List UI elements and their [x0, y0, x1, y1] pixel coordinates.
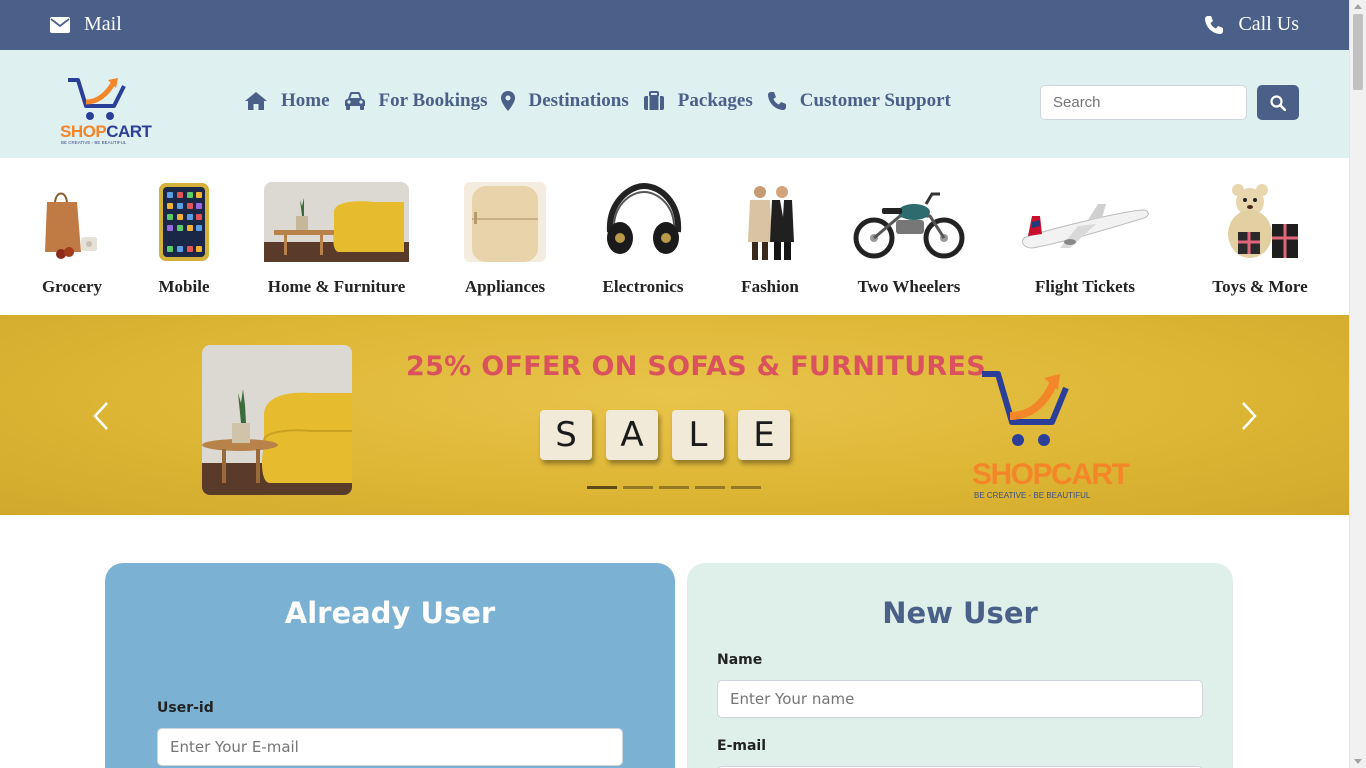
search-icon: [1270, 94, 1286, 111]
headphones-image: [606, 182, 682, 254]
motorcycle-image: [853, 192, 965, 259]
carousel-prev-button[interactable]: [92, 401, 112, 431]
banner-logo-brand: SHOPCART: [972, 458, 1130, 491]
suitcase-icon: [643, 91, 664, 110]
category-label: Mobile: [158, 277, 210, 296]
banner-logo: SHOPCART BE CREATIVE - BE BEAUTIFUL: [972, 370, 1130, 500]
phone-icon: [767, 92, 786, 110]
nav-packages[interactable]: Packages: [643, 90, 753, 112]
carousel-indicator[interactable]: [587, 486, 617, 489]
nav-for-bookings[interactable]: For Bookings: [344, 90, 488, 112]
category-label: Flight Tickets: [1035, 277, 1135, 296]
userid-input[interactable]: [157, 728, 623, 766]
userid-label: User-id: [157, 700, 214, 716]
nav-links: Home For Bookings Destinations Packages …: [244, 90, 965, 112]
top-bar: Mail Call Us: [0, 0, 1349, 50]
mail-label: Mail: [84, 13, 122, 35]
mail-link[interactable]: Mail: [50, 13, 122, 36]
scroll-down-arrow[interactable]: [1354, 759, 1362, 764]
category-flight-tickets[interactable]: Flight Tickets: [1018, 182, 1152, 296]
carousel-indicators: [587, 486, 761, 489]
name-input[interactable]: [717, 680, 1203, 718]
search-input[interactable]: [1040, 85, 1247, 120]
search-button[interactable]: [1257, 85, 1299, 120]
category-mobile[interactable]: Mobile: [154, 182, 214, 296]
teddy-bear-image: [1228, 184, 1298, 258]
logo-tagline: BE CREATIVE - BE BEAUTIFUL: [61, 140, 127, 145]
category-two-wheelers[interactable]: Two Wheelers: [852, 182, 966, 296]
envelope-icon: [50, 16, 70, 33]
airplane-image: [1021, 204, 1149, 249]
nav-packages-label: Packages: [677, 90, 753, 111]
category-label: Home & Furniture: [267, 277, 406, 296]
carousel-indicator[interactable]: [695, 486, 725, 489]
fashion-image: [748, 186, 794, 260]
call-us-label: Call Us: [1238, 13, 1299, 35]
scrollbar-thumb[interactable]: [1353, 14, 1363, 90]
logo-brand: SHOPCART: [60, 122, 152, 141]
nav-home[interactable]: Home: [244, 90, 330, 112]
carousel-indicator[interactable]: [623, 486, 653, 489]
category-toys-more[interactable]: Toys & More: [1210, 182, 1310, 296]
call-us-link[interactable]: Call Us: [1204, 13, 1299, 36]
offer-headline: 25% OFFER ON SOFAS & FURNITURES: [406, 351, 987, 382]
sale-tile: E: [738, 410, 790, 460]
navbar: SHOPCART BE CREATIVE - BE BEAUTIFUL Home…: [0, 50, 1349, 158]
sale-tiles: S A L E: [540, 410, 790, 460]
grocery-image: [45, 192, 97, 259]
nav-destinations-label: Destinations: [528, 90, 629, 111]
scroll-up-arrow[interactable]: [1354, 4, 1362, 9]
home-icon: [245, 92, 267, 110]
sofa-image: [202, 345, 352, 495]
nav-for-bookings-label: For Bookings: [378, 90, 488, 111]
signup-card: New User Name E-mail: [687, 563, 1233, 768]
category-strip: Grocery Mobile Home & Furniture Applianc…: [0, 158, 1349, 315]
login-title: Already User: [284, 596, 496, 630]
promo-carousel: 25% OFFER ON SOFAS & FURNITURES S A L E …: [0, 315, 1349, 515]
login-card: Already User User-id: [105, 563, 675, 768]
category-home-furniture[interactable]: Home & Furniture: [264, 182, 409, 296]
category-electronics[interactable]: Electronics: [600, 182, 686, 296]
signup-title: New User: [882, 596, 1038, 630]
category-label: Electronics: [602, 277, 684, 296]
furniture-image: [264, 182, 409, 262]
page: Mail Call Us SHOPCART BE CREATIVE - BE B…: [0, 0, 1349, 768]
sale-tile: A: [606, 410, 658, 460]
fridge-image: [464, 182, 546, 262]
sale-tile: L: [672, 410, 724, 460]
category-appliances[interactable]: Appliances: [464, 182, 546, 296]
map-marker-icon: [501, 91, 516, 111]
category-label: Two Wheelers: [857, 277, 961, 296]
shopcart-logo[interactable]: SHOPCART BE CREATIVE - BE BEAUTIFUL: [58, 76, 152, 148]
category-label: Fashion: [741, 277, 799, 296]
email-label: E-mail: [717, 738, 767, 754]
category-label: Grocery: [41, 277, 103, 296]
cart-logo-icon: [982, 371, 1069, 446]
nav-destinations[interactable]: Destinations: [501, 90, 629, 112]
nav-customer-support[interactable]: Customer Support: [767, 90, 951, 112]
car-icon: [344, 92, 365, 110]
category-grocery[interactable]: Grocery: [32, 182, 112, 296]
page-scrollbar[interactable]: [1349, 0, 1366, 768]
name-label: Name: [717, 652, 763, 668]
nav-customer-support-label: Customer Support: [799, 90, 951, 111]
nav-home-label: Home: [281, 90, 330, 111]
carousel-next-button[interactable]: [1238, 401, 1258, 431]
sale-tile: S: [540, 410, 592, 460]
category-label: Toys & More: [1212, 277, 1308, 296]
category-fashion[interactable]: Fashion: [738, 182, 802, 296]
auth-section: Already User User-id New User Name E-mai…: [0, 515, 1349, 768]
cart-logo-icon: [68, 78, 126, 120]
mobile-phone-image: [159, 183, 209, 261]
carousel-indicator[interactable]: [659, 486, 689, 489]
category-label: Appliances: [464, 277, 546, 296]
carousel-indicator[interactable]: [731, 486, 761, 489]
banner-logo-tagline: BE CREATIVE - BE BEAUTIFUL: [974, 491, 1091, 500]
phone-icon: [1205, 15, 1224, 34]
